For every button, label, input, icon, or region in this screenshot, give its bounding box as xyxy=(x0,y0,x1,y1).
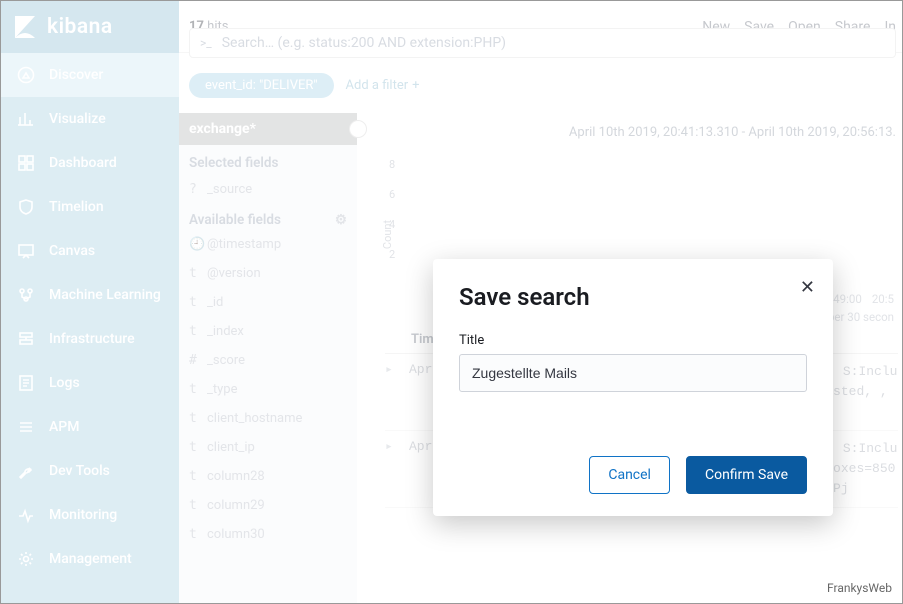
cancel-button[interactable]: Cancel xyxy=(589,456,670,494)
title-field-label: Title xyxy=(459,333,807,348)
save-search-dialog: ✕ Save search Title Cancel Confirm Save xyxy=(433,259,833,516)
close-icon[interactable]: ✕ xyxy=(800,277,815,298)
dialog-title: Save search xyxy=(459,283,807,311)
title-input[interactable] xyxy=(459,354,807,392)
confirm-save-button[interactable]: Confirm Save xyxy=(686,456,807,494)
watermark: FrankysWeb xyxy=(827,581,892,595)
